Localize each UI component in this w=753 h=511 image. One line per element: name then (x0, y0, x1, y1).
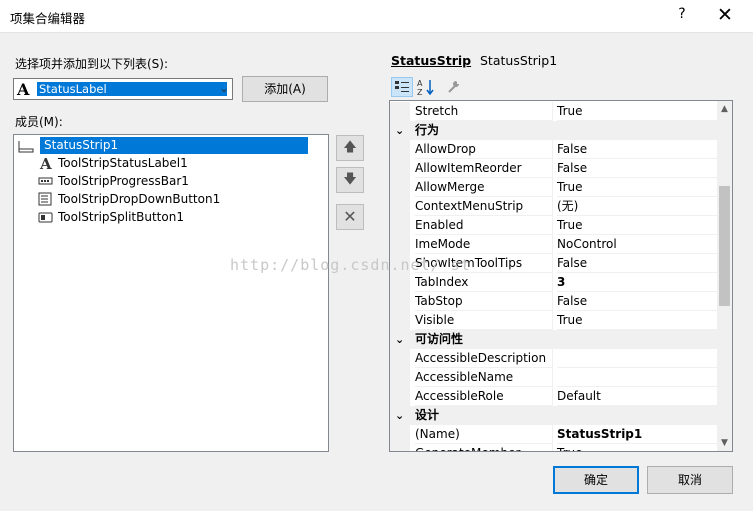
svg-text:A: A (417, 79, 423, 88)
chevron-down-icon[interactable]: ⌄ (219, 81, 229, 95)
category-row-accessibility[interactable]: ⌄ 可访问性 (390, 330, 717, 349)
property-row[interactable]: (Name) StatusStrip1 (390, 425, 717, 444)
property-row[interactable]: Enabled True (390, 216, 717, 235)
property-row[interactable]: AllowMerge True (390, 178, 717, 197)
label-type-icon: A (17, 80, 30, 99)
delete-x-icon: ✕ (343, 207, 357, 226)
property-row[interactable]: Stretch True (390, 102, 717, 121)
property-row[interactable]: TabStop False (390, 292, 717, 311)
help-button[interactable]: ? (672, 6, 692, 22)
dropdown-button-icon (38, 191, 54, 208)
close-button[interactable]: ✕ (714, 3, 736, 27)
progressbar-icon (38, 173, 54, 190)
chevron-down-icon[interactable]: ⌄ (395, 330, 404, 349)
add-button[interactable]: 添加(A) (242, 76, 328, 102)
list-item[interactable]: StatusStrip1 (18, 137, 328, 154)
remove-button[interactable]: ✕ (336, 204, 364, 230)
members-label: 成员(M): (15, 115, 63, 129)
members-list[interactable]: StatusStrip1 A ToolStripStatusLabel1 Too… (13, 134, 329, 452)
watermark: http://blog.csdn.net/ st (230, 256, 471, 274)
item-type-combo[interactable]: A StatusLabel ⌄ (13, 78, 233, 100)
property-object-name: StatusStrip1 (480, 53, 558, 68)
property-row[interactable]: TabIndex 3 (390, 273, 717, 292)
category-row-design[interactable]: ⌄ 设计 (390, 406, 717, 425)
categorized-icon (395, 81, 409, 92)
category-row-behavior[interactable]: ⌄ 行为 (390, 121, 717, 140)
cancel-button[interactable]: 取消 (647, 466, 733, 494)
combo-selected-value: StatusLabel (37, 82, 227, 96)
sort-alpha-icon: AZ (417, 79, 434, 97)
property-row[interactable]: ContextMenuStrip (无) (390, 197, 717, 216)
scroll-up-icon[interactable]: ▲ (717, 101, 732, 117)
svg-text:A: A (39, 155, 52, 172)
property-row[interactable]: AllowDrop False (390, 140, 717, 159)
alphabetical-button[interactable]: AZ (417, 77, 435, 97)
move-up-button[interactable]: 🡅 (336, 135, 364, 161)
title-bar (0, 0, 753, 33)
property-row[interactable]: GenerateMemberTrue (390, 444, 717, 451)
property-grid-scrollbar[interactable]: ▲ ▼ (717, 101, 732, 451)
property-object-type: StatusStrip (391, 53, 472, 68)
arrow-down-icon: 🡇 (343, 172, 357, 187)
property-row[interactable]: AllowItemReorder False (390, 159, 717, 178)
property-row[interactable]: AccessibleDescription (390, 349, 717, 368)
wrench-icon (448, 81, 459, 93)
select-item-label: 选择项并添加到以下列表(S): (15, 57, 169, 71)
svg-text:Z: Z (417, 88, 423, 97)
ok-button[interactable]: 确定 (553, 466, 639, 494)
label-icon: A (38, 155, 54, 173)
split-button-icon (38, 209, 54, 226)
property-grid[interactable]: Stretch True ⌄ 行为 AllowDrop False AllowItem… (389, 100, 733, 452)
categorized-button[interactable] (391, 77, 413, 97)
arrow-up-icon: 🡅 (343, 140, 357, 155)
chevron-down-icon[interactable]: ⌄ (395, 121, 404, 140)
property-row[interactable]: Visible True (390, 311, 717, 330)
scroll-down-icon[interactable]: ▼ (717, 435, 732, 451)
property-pages-button[interactable] (446, 79, 462, 95)
chevron-down-icon[interactable]: ⌄ (395, 406, 404, 425)
property-row[interactable]: AccessibleName (390, 368, 717, 387)
move-down-button[interactable]: 🡇 (336, 167, 364, 193)
window-title: 项集合编辑器 (10, 11, 86, 26)
scrollbar-thumb[interactable] (719, 186, 730, 306)
statusstrip-icon (18, 137, 34, 154)
property-row[interactable]: AccessibleRole Default (390, 387, 717, 406)
property-row[interactable]: ImeMode NoControl (390, 235, 717, 254)
